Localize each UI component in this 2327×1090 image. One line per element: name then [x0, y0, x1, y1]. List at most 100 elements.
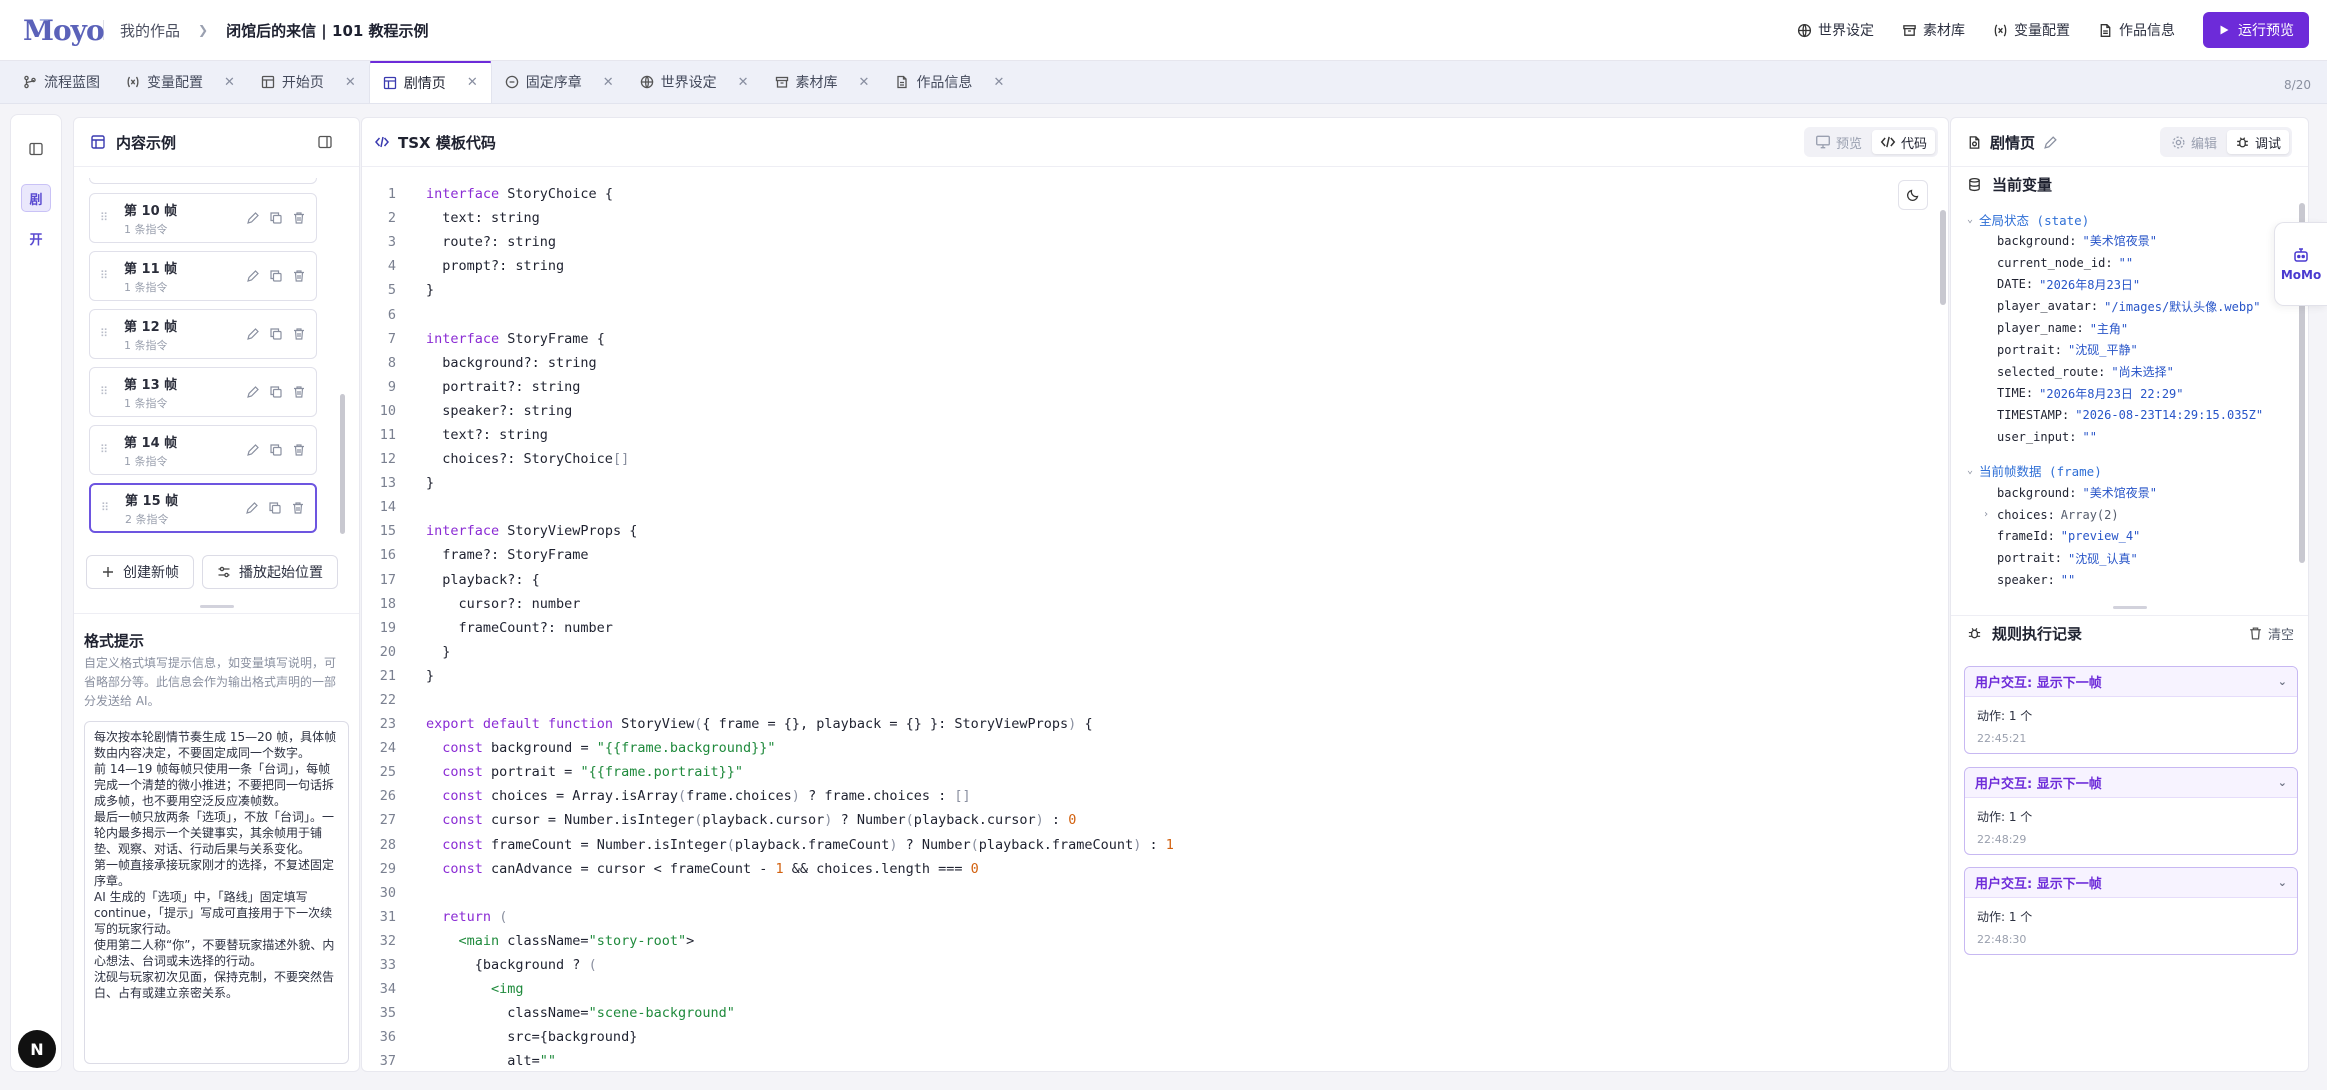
trash-icon[interactable] [292, 211, 306, 225]
code-line[interactable]: 1 interface StoryChoice { [362, 182, 1948, 206]
code-line[interactable]: 23 export default function StoryView({ fr… [362, 712, 1948, 736]
tab-start-page[interactable]: 开始页 ✕ [248, 61, 369, 103]
copy-icon[interactable] [269, 269, 283, 283]
format-hint-textarea[interactable]: 每次按本轮剧情节奏生成 15—20 帧，具体帧数由内容决定，不要固定成同一个数字… [84, 721, 349, 1064]
list-item[interactable]: ⠿ 第 11 帧1 条指令 [89, 251, 317, 301]
trash-icon[interactable] [292, 269, 306, 283]
code-line[interactable]: 28 const frameCount = Number.isInteger(p… [362, 833, 1948, 857]
drag-handle-icon[interactable]: ⠿ [100, 212, 116, 223]
code-line[interactable]: 31 return ( [362, 905, 1948, 929]
state-group-toggle[interactable]: ⌄ 全局状态 (state) [1967, 208, 2297, 230]
code-line[interactable]: 30 [362, 881, 1948, 905]
rail-start-button[interactable]: 开 [21, 224, 51, 252]
preview-toggle[interactable]: 预览 [1807, 130, 1870, 154]
code-line[interactable]: 22 [362, 688, 1948, 712]
code-line[interactable]: 37 alt="" [362, 1049, 1948, 1071]
code-line[interactable]: 24 const background = "{{frame.backgroun… [362, 736, 1948, 760]
copy-icon[interactable] [269, 211, 283, 225]
drag-handle-icon[interactable]: ⠿ [100, 444, 116, 455]
tab-story-page[interactable]: 剧情页 ✕ [368, 61, 492, 103]
code-line[interactable]: 8 background?: string [362, 351, 1948, 375]
code-line[interactable]: 9 portrait?: string [362, 375, 1948, 399]
list-item[interactable]: ⠿ 第 12 帧1 条指令 [89, 309, 317, 359]
list-item[interactable]: ⠿ 第 13 帧1 条指令 [89, 367, 317, 417]
rail-story-button[interactable]: 剧 [21, 184, 51, 212]
code-line[interactable]: 21} [362, 664, 1948, 688]
log-entry[interactable]: 用户交互: 显示下一帧 ⌄ 动作: 1 个 22:48:30 [1964, 867, 2298, 955]
code-line[interactable]: 15 interface StoryViewProps { [362, 519, 1948, 543]
close-icon[interactable]: ✕ [859, 75, 870, 90]
code-line[interactable]: 12 choices?: StoryChoice[] [362, 447, 1948, 471]
create-frame-button[interactable]: 创建新帧 [86, 555, 194, 589]
code-line[interactable]: 27 const cursor = Number.isInteger(playb… [362, 808, 1948, 832]
trash-icon[interactable] [292, 385, 306, 399]
tab-flow-blueprint[interactable]: 流程蓝图 [10, 61, 113, 103]
code-line[interactable]: 2 text: string [362, 206, 1948, 230]
tab-world-settings[interactable]: 世界设定 ✕ [627, 61, 762, 103]
code-line[interactable]: 20 } [362, 640, 1948, 664]
code-line[interactable]: 17 playback?: { [362, 568, 1948, 592]
trash-icon[interactable] [292, 327, 306, 341]
chevron-down-icon[interactable]: ⌄ [2278, 776, 2287, 789]
scrollbar[interactable] [340, 394, 345, 534]
asset-library-button[interactable]: 素材库 [1902, 20, 1965, 40]
code-line[interactable]: 25 const portrait = "{{frame.portrait}}" [362, 760, 1948, 784]
code-toggle[interactable]: 代码 [1871, 130, 1935, 154]
code-line[interactable]: 34 <img [362, 977, 1948, 1001]
code-line[interactable]: 19 frameCount?: number [362, 616, 1948, 640]
code-line[interactable]: 16 frame?: StoryFrame [362, 543, 1948, 567]
variable-row[interactable]: › choices: Array(2) [1967, 504, 2297, 526]
tab-asset-library[interactable]: 素材库 ✕ [762, 61, 883, 103]
code-line[interactable]: 5} [362, 278, 1948, 302]
work-info-button[interactable]: 作品信息 [2098, 20, 2175, 40]
world-settings-button[interactable]: 世界设定 [1797, 20, 1874, 40]
close-icon[interactable]: ✕ [993, 75, 1004, 90]
trash-icon[interactable] [291, 501, 305, 515]
frame-group-toggle[interactable]: ⌄ 当前帧数据 (frame) [1967, 460, 2297, 482]
tab-work-info[interactable]: 作品信息 ✕ [882, 61, 1017, 103]
close-icon[interactable]: ✕ [467, 75, 478, 90]
copy-icon[interactable] [269, 327, 283, 341]
edit-icon[interactable] [246, 327, 260, 341]
copy-icon[interactable] [268, 501, 282, 515]
drag-handle-icon[interactable]: ⠿ [100, 270, 116, 281]
edit-icon[interactable] [246, 269, 260, 283]
code-line[interactable]: 13} [362, 471, 1948, 495]
code-line[interactable]: 4 prompt?: string [362, 254, 1948, 278]
code-line[interactable]: 36 src={background} [362, 1025, 1948, 1049]
playback-start-button[interactable]: 播放起始位置 [202, 555, 338, 589]
close-icon[interactable]: ✕ [224, 75, 235, 90]
variable-config-button[interactable]: 变量配置 [1993, 20, 2070, 40]
log-entry[interactable]: 用户交互: 显示下一帧 ⌄ 动作: 1 个 22:48:29 [1964, 767, 2298, 855]
code-line[interactable]: 18 cursor?: number [362, 592, 1948, 616]
list-item[interactable] [89, 178, 317, 184]
code-line[interactable]: 10 speaker?: string [362, 399, 1948, 423]
resize-handle[interactable] [200, 605, 234, 608]
trash-icon[interactable] [292, 443, 306, 457]
momo-assistant-button[interactable]: MoMo [2274, 222, 2327, 306]
debug-mode-toggle[interactable]: 调试 [2226, 130, 2289, 154]
close-icon[interactable]: ✕ [345, 75, 356, 90]
tab-variable-config[interactable]: 变量配置 ✕ [113, 61, 248, 103]
code-line[interactable]: 14 [362, 495, 1948, 519]
avatar[interactable]: N [18, 1030, 56, 1068]
chevron-down-icon[interactable]: ⌄ [2278, 876, 2287, 889]
code-line[interactable]: 35 className="scene-background" [362, 1001, 1948, 1025]
toggle-sidebar-button[interactable] [21, 135, 51, 163]
close-icon[interactable]: ✕ [603, 75, 614, 90]
list-item-selected[interactable]: ⠿ 第 15 帧2 条指令 [89, 483, 317, 533]
tab-fixed-prologue[interactable]: 固定序章 ✕ [492, 61, 627, 103]
edit-icon[interactable] [246, 385, 260, 399]
chevron-right-icon[interactable]: › [1983, 509, 1997, 520]
code-line[interactable]: 7 interface StoryFrame { [362, 327, 1948, 351]
drag-handle-icon[interactable]: ⠿ [101, 502, 117, 513]
breadcrumb-parent[interactable]: 我的作品 [120, 20, 180, 41]
code-line[interactable]: 26 const choices = Array.isArray(frame.c… [362, 784, 1948, 808]
close-icon[interactable]: ✕ [738, 75, 749, 90]
run-preview-button[interactable]: 运行预览 [2203, 12, 2309, 48]
collapse-panel-icon[interactable] [317, 134, 333, 150]
code-line[interactable]: 6 [362, 302, 1948, 326]
drag-handle-icon[interactable]: ⠿ [100, 328, 116, 339]
code-line[interactable]: 32 <main className="story-root"> [362, 929, 1948, 953]
list-item[interactable]: ⠿ 第 14 帧1 条指令 [89, 425, 317, 475]
